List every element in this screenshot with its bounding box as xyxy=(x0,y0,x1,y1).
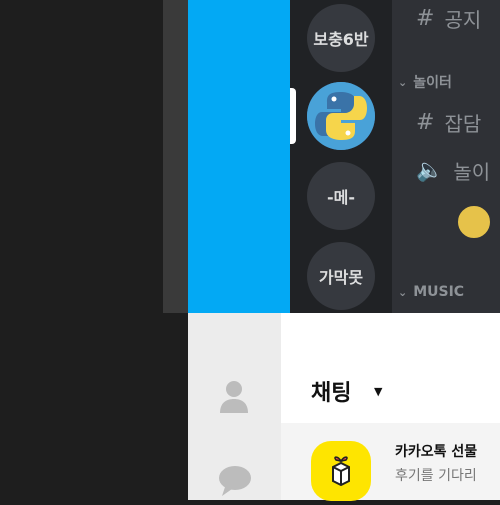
chat-preview: 후기를 기다리 xyxy=(395,468,477,484)
server-icon-bochung[interactable]: 보충6반 xyxy=(307,4,375,72)
chat-list-item[interactable]: 카카오톡 선물 후기를 기다리 xyxy=(281,423,500,501)
window-edge xyxy=(163,0,188,313)
channel-voice[interactable]: 🔈 놀이 xyxy=(416,156,490,185)
hash-icon: # xyxy=(416,110,435,135)
hash-icon: # xyxy=(416,6,435,31)
gift-box-avatar xyxy=(311,441,371,501)
category-label: 놀이터 xyxy=(413,75,452,91)
person-icon[interactable] xyxy=(218,379,250,413)
category-playground[interactable]: ⌄ 놀이터 xyxy=(398,72,452,92)
category-music[interactable]: ⌄ MUSIC xyxy=(398,284,464,300)
speaker-icon: 🔈 xyxy=(416,158,444,183)
server-label: 보충6반 xyxy=(313,30,369,49)
chat-name: 카카오톡 선물 xyxy=(395,444,478,460)
channel-label: 공지 xyxy=(444,8,482,32)
server-label: -메- xyxy=(326,188,355,207)
discord-channel-list: # 공지 ⌄ 놀이터 # 잡담 🔈 놀이 ⌄ MUSIC xyxy=(392,0,500,313)
channel-label: 놀이 xyxy=(453,160,491,184)
chat-tab-title[interactable]: 채팅 xyxy=(311,375,351,407)
kakao-sidebar xyxy=(188,313,281,500)
chevron-down-icon: ⌄ xyxy=(398,285,408,299)
channel-notice[interactable]: # 공지 xyxy=(416,4,481,33)
server-label: 가막못 xyxy=(318,268,364,287)
server-icon-gamakmot[interactable]: 가막못 xyxy=(307,242,375,310)
desktop-background xyxy=(0,0,163,500)
selected-server-indicator xyxy=(290,88,296,144)
kakao-chat-list: 채팅 ▼ 카카오톡 선물 후기를 기다리 xyxy=(281,313,500,501)
chevron-down-icon: ⌄ xyxy=(398,75,408,89)
channel-chat[interactable]: # 잡담 xyxy=(416,108,481,137)
server-icon-me[interactable]: -메- xyxy=(307,162,375,230)
caret-down-icon[interactable]: ▼ xyxy=(374,385,382,398)
channel-label: 잡담 xyxy=(444,112,482,136)
category-label: MUSIC xyxy=(413,284,465,300)
blue-app-panel xyxy=(188,0,290,313)
server-icon-python[interactable] xyxy=(307,82,375,150)
gift-icon xyxy=(332,456,350,487)
chat-bubble-icon[interactable] xyxy=(218,465,252,497)
discord-server-rail: 보충6반 -메- 가막못 xyxy=(290,0,392,313)
voice-user-avatar[interactable] xyxy=(456,204,492,240)
python-logo-icon xyxy=(307,82,375,150)
